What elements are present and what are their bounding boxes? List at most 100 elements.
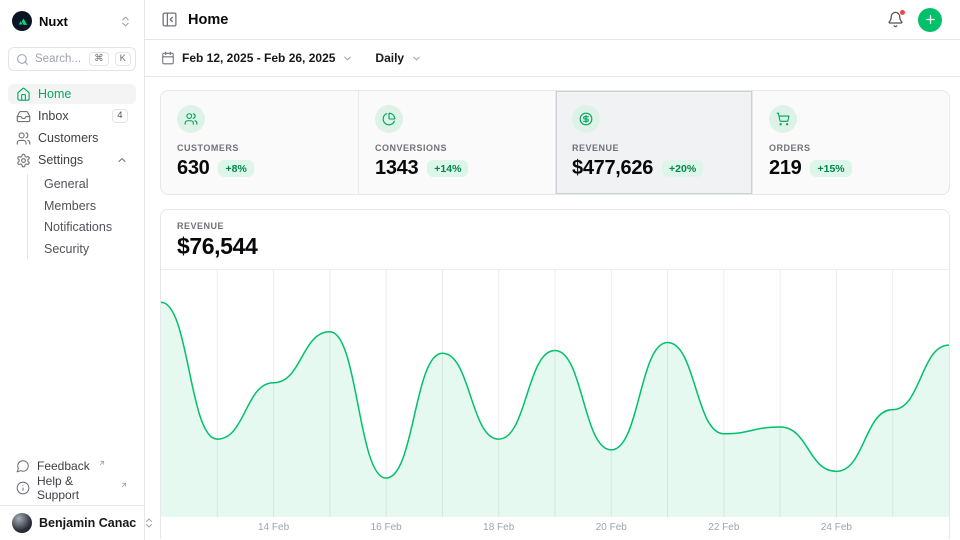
- chart-x-axis: 14 Feb 16 Feb 18 Feb 20 Feb 22 Feb 24 Feb: [161, 517, 949, 539]
- external-link-icon: [98, 459, 106, 467]
- shopping-cart-icon: [769, 105, 797, 133]
- sidebar-item-inbox[interactable]: Inbox 4: [8, 106, 136, 126]
- stat-card-revenue[interactable]: Revenue $477,626 +20%: [555, 91, 752, 194]
- x-axis-tick-label: 14 Feb: [258, 522, 289, 533]
- period-select[interactable]: Daily: [375, 51, 422, 65]
- inbox-icon: [16, 109, 31, 124]
- calendar-icon: [161, 51, 175, 65]
- users-icon: [177, 105, 205, 133]
- stat-label: Customers: [177, 143, 342, 153]
- stat-label: Conversions: [375, 143, 539, 153]
- sidebar-item-settings[interactable]: Settings: [8, 150, 136, 170]
- stat-change-badge: +20%: [662, 160, 703, 177]
- circle-dollar-icon: [572, 105, 600, 133]
- stat-label: Revenue: [572, 143, 736, 153]
- sidebar: Nuxt Search... ⌘ K Home: [0, 0, 145, 540]
- page-header: Home: [145, 0, 960, 40]
- stat-value: 630: [177, 157, 209, 180]
- revenue-chart-card: REVENUE $76,544 14 Feb 16 Feb 18 Feb 20 Feb…: [160, 209, 950, 539]
- stat-card-conversions[interactable]: Conversions 1343 +14%: [358, 91, 555, 194]
- search-placeholder: Search...: [35, 53, 83, 65]
- chart-header: REVENUE $76,544: [161, 210, 949, 270]
- sidebar-nav: Home Inbox 4 Customers Settings: [0, 84, 144, 259]
- sub-item-label: Notifications: [44, 220, 112, 234]
- stat-value: $477,626: [572, 157, 653, 180]
- collapse-sidebar-button[interactable]: [161, 11, 178, 28]
- stat-value: 1343: [375, 157, 418, 180]
- revenue-area-chart[interactable]: [161, 270, 949, 517]
- x-axis-tick-label: 20 Feb: [596, 522, 627, 533]
- stat-label: Orders: [769, 143, 933, 153]
- stat-card-customers[interactable]: Customers 630 +8%: [161, 91, 358, 194]
- sidebar-footer: Feedback Help & Support: [0, 456, 144, 505]
- plus-icon: [924, 13, 937, 26]
- footer-item-label: Feedback: [37, 459, 90, 473]
- workspace-name: Nuxt: [39, 14, 112, 29]
- x-axis-tick-label: 16 Feb: [371, 522, 402, 533]
- sidebar-item-customers[interactable]: Customers: [8, 128, 136, 148]
- page-title: Home: [188, 12, 228, 28]
- info-circle-icon: [16, 481, 30, 495]
- home-icon: [16, 87, 31, 102]
- filters-toolbar: Feb 12, 2025 - Feb 26, 2025 Daily: [145, 40, 960, 77]
- app-root: Nuxt Search... ⌘ K Home: [0, 0, 960, 540]
- notifications-button[interactable]: [887, 11, 904, 28]
- kbd-meta: ⌘: [89, 52, 109, 66]
- nuxt-logo-icon: [12, 11, 32, 31]
- footer-item-label: Help & Support: [37, 474, 112, 502]
- chart-canvas: [161, 270, 949, 517]
- sidebar-item-label: Customers: [38, 131, 98, 145]
- notification-dot: [899, 9, 906, 16]
- sub-item-label: General: [44, 177, 88, 191]
- sidebar-spacer: [0, 259, 144, 457]
- sidebar-item-general[interactable]: General: [36, 174, 136, 194]
- sidebar-item-label: Inbox: [38, 109, 69, 123]
- user-name: Benjamin Canac: [39, 516, 136, 530]
- sidebar-item-label: Home: [38, 87, 71, 101]
- stat-value: 219: [769, 157, 801, 180]
- chevron-down-icon: [342, 53, 353, 64]
- date-range-picker[interactable]: Feb 12, 2025 - Feb 26, 2025: [161, 51, 353, 65]
- dashboard-content: Customers 630 +8% Conversions 1343 +14%: [145, 77, 960, 540]
- header-actions: [887, 8, 942, 32]
- chevron-up-icon: [116, 154, 128, 166]
- workspace-selector[interactable]: Nuxt: [0, 0, 144, 32]
- chart-value: $76,544: [177, 233, 933, 260]
- stat-change-badge: +8%: [218, 160, 253, 177]
- sidebar-item-security[interactable]: Security: [36, 239, 136, 259]
- stat-card-orders[interactable]: Orders 219 +15%: [752, 91, 949, 194]
- inbox-count-badge: 4: [112, 109, 128, 124]
- message-circle-icon: [16, 459, 30, 473]
- sidebar-item-notifications[interactable]: Notifications: [36, 217, 136, 237]
- chart-pie-icon: [375, 105, 403, 133]
- help-support-link[interactable]: Help & Support: [8, 478, 136, 498]
- kbd-k: K: [115, 52, 131, 66]
- users-icon: [16, 131, 31, 146]
- x-axis-tick-label: 18 Feb: [483, 522, 514, 533]
- x-axis-tick-label: 24 Feb: [821, 522, 852, 533]
- search-input[interactable]: Search... ⌘ K: [8, 47, 136, 71]
- x-axis-tick-label: 22 Feb: [708, 522, 739, 533]
- sidebar-item-home[interactable]: Home: [8, 84, 136, 104]
- sidebar-item-label: Settings: [38, 153, 83, 167]
- settings-submenu: General Members Notifications Security: [27, 174, 136, 259]
- avatar: [12, 513, 32, 533]
- search-icon: [16, 53, 29, 66]
- main-area: Home Feb 12, 2025 - Feb 26, 2025: [145, 0, 960, 540]
- period-value: Daily: [375, 51, 404, 65]
- chart-label: REVENUE: [177, 221, 933, 231]
- date-range-value: Feb 12, 2025 - Feb 26, 2025: [182, 51, 335, 65]
- stat-change-badge: +15%: [810, 160, 851, 177]
- stats-row: Customers 630 +8% Conversions 1343 +14%: [160, 90, 950, 195]
- chevron-down-icon: [411, 53, 422, 64]
- feedback-link[interactable]: Feedback: [8, 456, 136, 476]
- add-button[interactable]: [918, 8, 942, 32]
- sub-item-label: Members: [44, 199, 96, 213]
- user-menu[interactable]: Benjamin Canac: [0, 505, 144, 540]
- external-link-icon: [120, 481, 128, 489]
- sub-item-label: Security: [44, 242, 89, 256]
- sidebar-item-members[interactable]: Members: [36, 196, 136, 216]
- gear-icon: [16, 153, 31, 168]
- chevrons-up-down-icon: [119, 15, 132, 28]
- stat-change-badge: +14%: [427, 160, 468, 177]
